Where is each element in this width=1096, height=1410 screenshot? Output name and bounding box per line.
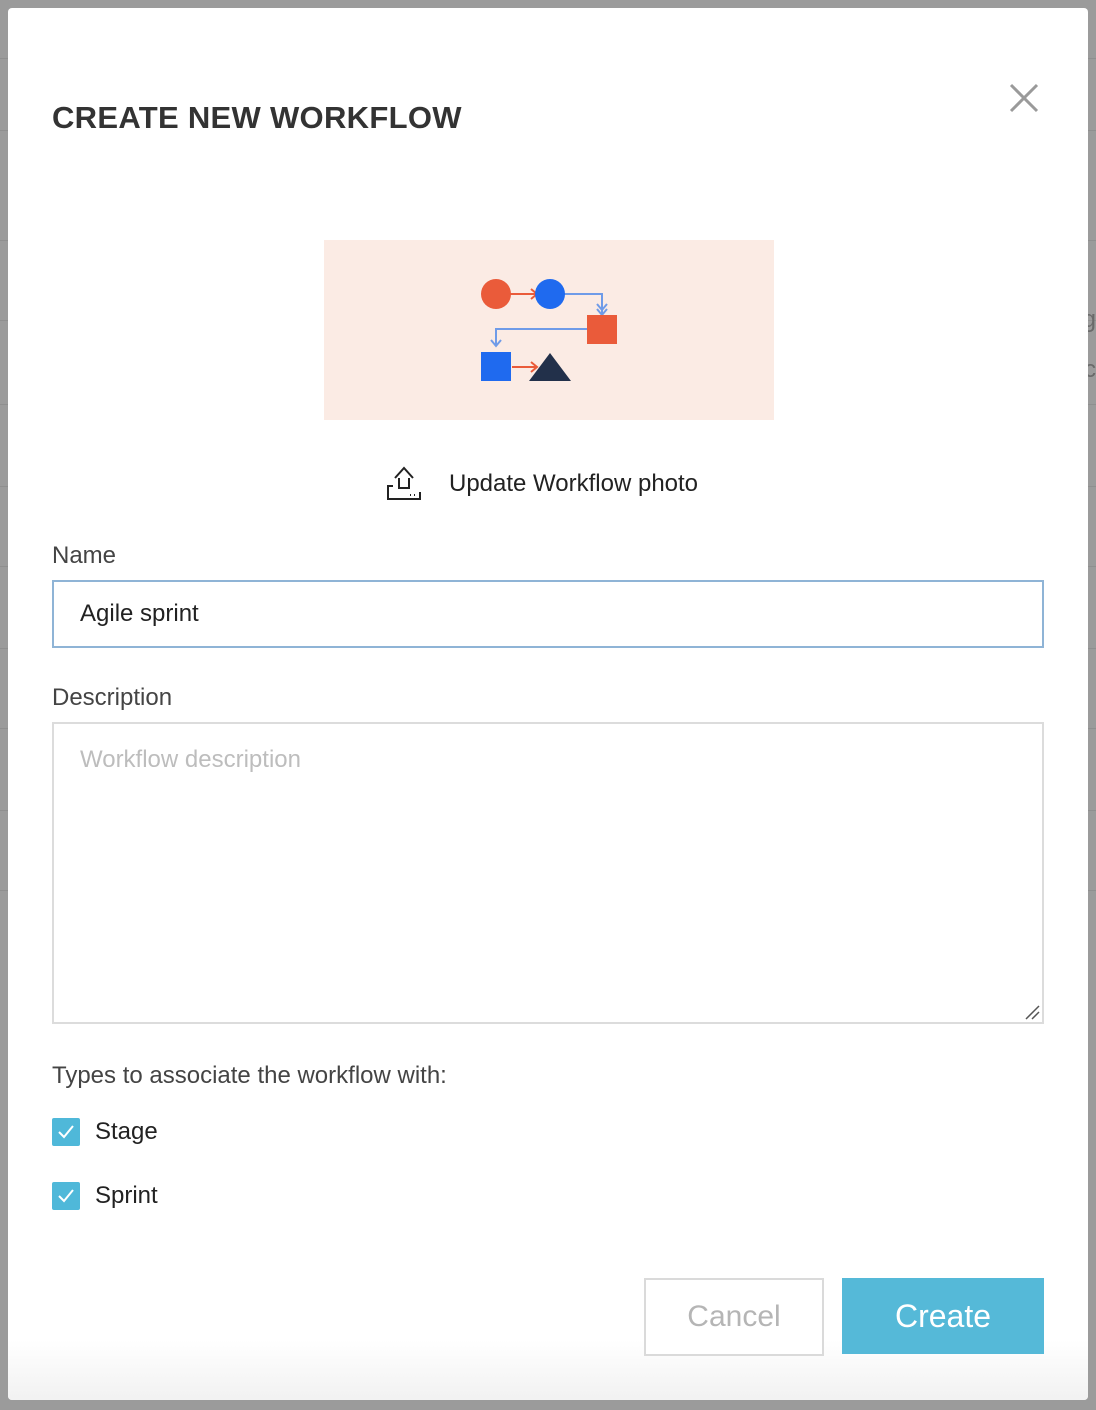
types-heading: Types to associate the workflow with: (52, 1062, 447, 1089)
update-photo-label: Update Workflow photo (449, 470, 699, 497)
sprint-checkbox[interactable] (52, 1182, 80, 1210)
workflow-diagram-illustration (324, 240, 774, 420)
checkmark-icon (58, 1189, 74, 1203)
description-textarea[interactable] (52, 722, 1044, 1024)
workflow-photo (324, 240, 774, 420)
name-input[interactable] (52, 580, 1044, 648)
close-icon (1009, 83, 1039, 113)
dialog-title: CREATE NEW WORKFLOW (52, 100, 462, 135)
decision-node (587, 315, 617, 344)
create-button[interactable]: Create (842, 1278, 1044, 1354)
sprint-checkbox-label: Sprint (95, 1182, 158, 1209)
sprint-checkbox-row[interactable]: Sprint (52, 1181, 158, 1211)
create-workflow-dialog: CREATE NEW WORKFLOW Update Workflow phot… (8, 8, 1088, 1400)
upload-icon (387, 466, 421, 500)
task-node (481, 352, 511, 381)
start-node (481, 279, 511, 309)
resize-handle-icon[interactable] (1024, 1004, 1040, 1020)
cancel-button[interactable]: Cancel (644, 1278, 824, 1356)
stage-checkbox-row[interactable]: Stage (52, 1117, 158, 1147)
stage-checkbox[interactable] (52, 1118, 80, 1146)
update-photo-button[interactable]: Update Workflow photo (384, 464, 698, 504)
checkmark-icon (58, 1125, 74, 1139)
close-button[interactable] (1006, 80, 1042, 116)
name-label: Name (52, 542, 117, 569)
process-node (535, 279, 565, 309)
description-label: Description (52, 684, 173, 711)
stage-checkbox-label: Stage (95, 1118, 158, 1145)
